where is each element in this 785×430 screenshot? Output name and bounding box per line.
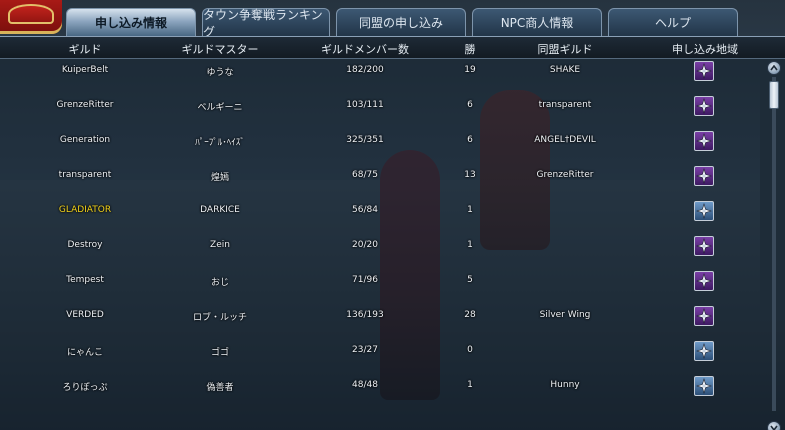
scrollbar[interactable] xyxy=(767,61,781,430)
header-member-count: ギルドメンバー数 xyxy=(321,43,409,56)
tab-town-ranking[interactable]: タウン争奪戦ランキング xyxy=(202,8,330,39)
tab-alliance-application[interactable]: 同盟の申し込み xyxy=(336,8,466,36)
alliance-guild-cell: SHAKE xyxy=(549,65,581,75)
member-count-cell: 103/111 xyxy=(346,100,384,110)
application-area-button[interactable] xyxy=(694,236,714,256)
guild-master-cell: ロブ・ルッチ xyxy=(192,313,247,323)
wins-cell: 5 xyxy=(467,275,473,285)
scroll-down-button[interactable] xyxy=(767,421,781,430)
guild-master-cell: 偽善者 xyxy=(206,383,234,393)
guild-name-cell: Destroy xyxy=(67,240,103,250)
alliance-guild-cell: transparent xyxy=(538,100,592,110)
wins-cell: 0 xyxy=(467,345,473,355)
wins-cell: 1 xyxy=(467,205,473,215)
chevron-up-icon xyxy=(770,65,778,71)
header-wins: 勝 xyxy=(464,43,476,56)
tab-bar: 申し込み情報 タウン争奪戦ランキング 同盟の申し込み NPC商人情報 ヘルプ xyxy=(66,8,738,39)
guild-master-cell: DARKICE xyxy=(200,205,240,215)
member-count-cell: 20/20 xyxy=(352,240,378,250)
area-crest-icon xyxy=(696,98,712,114)
table-row[interactable]: にゃんこ ゴゴ 23/27 0 xyxy=(0,341,760,380)
table-row[interactable]: Destroy Zein 20/20 1 xyxy=(0,236,760,275)
table-row[interactable]: GrenzeRitter ベルギーニ 103/111 6 transparent xyxy=(0,96,760,135)
guild-master-cell: ベルギーニ xyxy=(197,103,243,113)
wins-cell: 1 xyxy=(467,380,473,390)
guild-master-cell: おじ xyxy=(210,278,229,288)
area-crest-icon xyxy=(696,308,712,324)
header-guild: ギルド xyxy=(68,43,102,56)
table-row[interactable]: VERDED ロブ・ルッチ 136/193 28 Silver Wing xyxy=(0,306,760,345)
alliance-guild-cell: Hunny xyxy=(550,380,580,390)
table-row[interactable]: GLADIATOR DARKICE 56/84 1 xyxy=(0,201,760,240)
application-area-button[interactable] xyxy=(694,201,714,221)
member-count-cell: 325/351 xyxy=(346,135,384,145)
table-row[interactable]: transparent 煌嫣 68/75 13 GrenzeRitter xyxy=(0,166,760,205)
scroll-thumb[interactable] xyxy=(769,81,779,109)
application-area-button[interactable] xyxy=(694,61,714,81)
application-area-button[interactable] xyxy=(694,96,714,116)
tab-help[interactable]: ヘルプ xyxy=(608,8,738,36)
area-crest-icon xyxy=(696,343,712,359)
wins-cell: 6 xyxy=(467,100,473,110)
guild-master-cell: ゴゴ xyxy=(210,348,229,358)
area-crest-icon xyxy=(696,168,712,184)
alliance-guild-cell: ANGEL†DEVIL xyxy=(534,135,596,145)
guild-name-cell: GLADIATOR xyxy=(58,205,112,215)
chevron-down-icon xyxy=(770,425,778,430)
scroll-track[interactable] xyxy=(772,77,776,411)
guild-name-cell: transparent xyxy=(58,170,112,180)
table-row[interactable]: Generation ﾊﾟｰﾌﾟﾙ･ﾍｲｽﾞ 325/351 6 ANGEL†DEVIL xyxy=(0,131,760,170)
member-count-cell: 136/193 xyxy=(346,310,384,320)
guild-emblem-icon xyxy=(0,0,62,34)
area-crest-icon xyxy=(696,63,712,79)
header-alliance-guild: 同盟ギルド xyxy=(537,43,593,56)
guild-name-cell: にゃんこ xyxy=(66,348,103,358)
table-row[interactable]: ろりぽっぷ 偽善者 48/48 1 Hunny xyxy=(0,376,760,415)
guild-master-cell: ﾊﾟｰﾌﾟﾙ･ﾍｲｽﾞ xyxy=(195,138,245,148)
area-crest-icon xyxy=(696,238,712,254)
guild-application-panel: ギルド ギルドマスター ギルドメンバー数 勝 同盟ギルド 申し込み地域 Kuip… xyxy=(0,36,785,430)
table-row[interactable]: KuiperBelt ゆうな 182/200 19 SHAKE xyxy=(0,61,760,100)
wins-cell: 19 xyxy=(464,65,476,75)
wins-cell: 28 xyxy=(464,310,476,320)
member-count-cell: 182/200 xyxy=(346,65,384,75)
application-area-button[interactable] xyxy=(694,131,714,151)
guild-name-cell: GrenzeRitter xyxy=(56,100,114,110)
guild-name-cell: Tempest xyxy=(66,275,104,285)
application-area-button[interactable] xyxy=(694,376,714,396)
guild-master-cell: 煌嫣 xyxy=(210,173,229,183)
header-application-area: 申し込み地域 xyxy=(672,43,738,56)
member-count-cell: 56/84 xyxy=(352,205,378,215)
header-guild-master: ギルドマスター xyxy=(181,43,259,56)
table-row[interactable]: Tempest おじ 71/96 5 xyxy=(0,271,760,310)
wins-cell: 13 xyxy=(464,170,476,180)
tab-npc-merchant-info[interactable]: NPC商人情報 xyxy=(472,8,602,36)
guild-name-cell: ろりぽっぷ xyxy=(62,383,108,393)
wins-cell: 1 xyxy=(467,240,473,250)
wins-cell: 6 xyxy=(467,135,473,145)
guild-master-cell: Zein xyxy=(210,240,230,250)
application-area-button[interactable] xyxy=(694,306,714,326)
guild-table-body: KuiperBelt ゆうな 182/200 19 SHAKE GrenzeRitter ベ… xyxy=(0,59,760,430)
application-area-button[interactable] xyxy=(694,271,714,291)
guild-master-cell: ゆうな xyxy=(206,68,234,78)
alliance-guild-cell: GrenzeRitter xyxy=(536,170,594,180)
area-crest-icon xyxy=(696,133,712,149)
member-count-cell: 71/96 xyxy=(352,275,378,285)
alliance-guild-cell: Silver Wing xyxy=(539,310,591,320)
table-header: ギルド ギルドマスター ギルドメンバー数 勝 同盟ギルド 申し込み地域 xyxy=(0,37,785,59)
area-crest-icon xyxy=(696,203,712,219)
guild-name-cell: Generation xyxy=(59,135,111,145)
member-count-cell: 48/48 xyxy=(352,380,378,390)
guild-name-cell: VERDED xyxy=(66,310,104,320)
area-crest-icon xyxy=(696,273,712,289)
area-crest-icon xyxy=(696,378,712,394)
tab-application-info[interactable]: 申し込み情報 xyxy=(66,8,196,36)
member-count-cell: 68/75 xyxy=(352,170,378,180)
application-area-button[interactable] xyxy=(694,341,714,361)
member-count-cell: 23/27 xyxy=(352,345,378,355)
scroll-up-button[interactable] xyxy=(767,61,781,75)
application-area-button[interactable] xyxy=(694,166,714,186)
guild-name-cell: KuiperBelt xyxy=(61,65,109,75)
